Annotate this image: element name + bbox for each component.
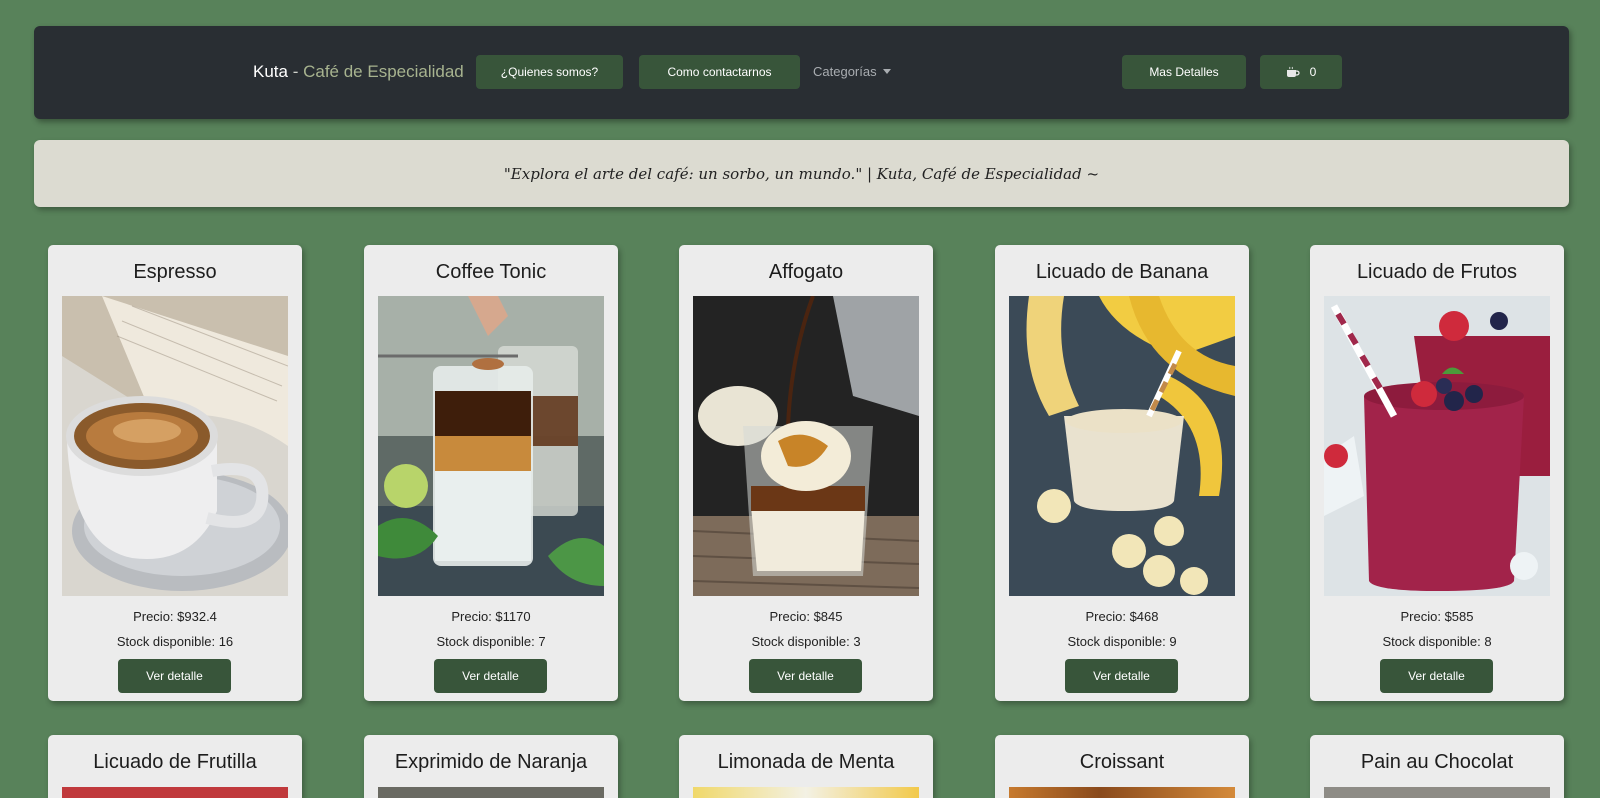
product-stock: Stock disponible: 8 — [1382, 634, 1492, 649]
quote-banner: "Explora el arte del café: un sorbo, un … — [34, 140, 1569, 207]
brand-subtitle: Café de Especialidad — [303, 62, 464, 81]
navbar: Kuta - Café de Especialidad ¿Quienes som… — [34, 26, 1569, 119]
product-card-licuado-frutilla: Licuado de Frutilla — [48, 735, 302, 798]
details-button[interactable]: Mas Detalles — [1122, 55, 1246, 89]
cart-button[interactable]: 0 — [1260, 55, 1342, 89]
product-title: Licuado de Frutilla — [93, 751, 257, 773]
product-image — [1009, 787, 1235, 798]
product-title: Croissant — [1079, 751, 1165, 773]
product-title: Pain au Chocolat — [1360, 751, 1514, 773]
product-title: Coffee Tonic — [435, 261, 547, 283]
product-card-licuado-banana: Licuado de Banana Precio: $468 Stock dis… — [995, 245, 1249, 701]
cart-count: 0 — [1309, 65, 1317, 79]
product-stock: Stock disponible: 9 — [1067, 634, 1177, 649]
categories-dropdown[interactable]: Categorías — [813, 64, 891, 79]
product-price: Precio: $845 — [769, 609, 843, 624]
product-card-coffee-tonic: Coffee Tonic Precio: $1170 Stock disponi… — [364, 245, 618, 701]
about-button[interactable]: ¿Quienes somos? — [476, 55, 623, 89]
product-image — [62, 787, 288, 798]
contact-button[interactable]: Como contactarnos — [639, 55, 800, 89]
product-title: Affogato — [768, 261, 844, 283]
product-image — [1324, 787, 1550, 798]
product-title: Licuado de Frutos — [1356, 261, 1518, 283]
brand[interactable]: Kuta - Café de Especialidad — [253, 62, 464, 82]
product-image — [693, 787, 919, 798]
coffee-cup-icon — [1286, 66, 1300, 77]
caret-down-icon — [882, 69, 891, 74]
product-card-exprimido-naranja: Exprimido de Naranja — [364, 735, 618, 798]
product-card-licuado-frutos: Licuado de Frutos Precio: $585 Stock dis… — [1310, 245, 1564, 701]
view-detail-button[interactable]: Ver detalle — [1380, 659, 1493, 693]
product-image — [693, 296, 919, 596]
product-card-limonada-menta: Limonada de Menta — [679, 735, 933, 798]
product-stock: Stock disponible: 7 — [436, 634, 546, 649]
product-title: Exprimido de Naranja — [394, 751, 588, 773]
product-card-pain-au-chocolat: Pain au Chocolat — [1310, 735, 1564, 798]
product-price: Precio: $1170 — [451, 609, 531, 624]
product-price: Precio: $932.4 — [133, 609, 217, 624]
product-card-espresso: Espresso Precio: $932.4 Stock disponible… — [48, 245, 302, 701]
view-detail-button[interactable]: Ver detalle — [118, 659, 231, 693]
categories-label: Categorías — [813, 64, 877, 79]
view-detail-button[interactable]: Ver detalle — [434, 659, 547, 693]
product-image — [378, 296, 604, 596]
view-detail-button[interactable]: Ver detalle — [1065, 659, 1178, 693]
view-detail-button[interactable]: Ver detalle — [749, 659, 862, 693]
product-title: Limonada de Menta — [717, 751, 895, 773]
product-price: Precio: $468 — [1085, 609, 1159, 624]
product-image — [378, 787, 604, 798]
product-title: Espresso — [133, 261, 217, 283]
product-card-croissant: Croissant — [995, 735, 1249, 798]
product-image — [1324, 296, 1550, 596]
product-stock: Stock disponible: 16 — [116, 634, 234, 649]
product-image — [62, 296, 288, 596]
quote-text: "Explora el arte del café: un sorbo, un … — [503, 164, 1100, 183]
brand-separator: - — [287, 62, 304, 81]
product-title: Licuado de Banana — [1035, 261, 1209, 283]
brand-name: Kuta — [253, 62, 288, 81]
product-stock: Stock disponible: 3 — [751, 634, 861, 649]
product-card-affogato: Affogato Precio: $845 Stock disponible: … — [679, 245, 933, 701]
product-price: Precio: $585 — [1400, 609, 1474, 624]
product-image — [1009, 296, 1235, 596]
